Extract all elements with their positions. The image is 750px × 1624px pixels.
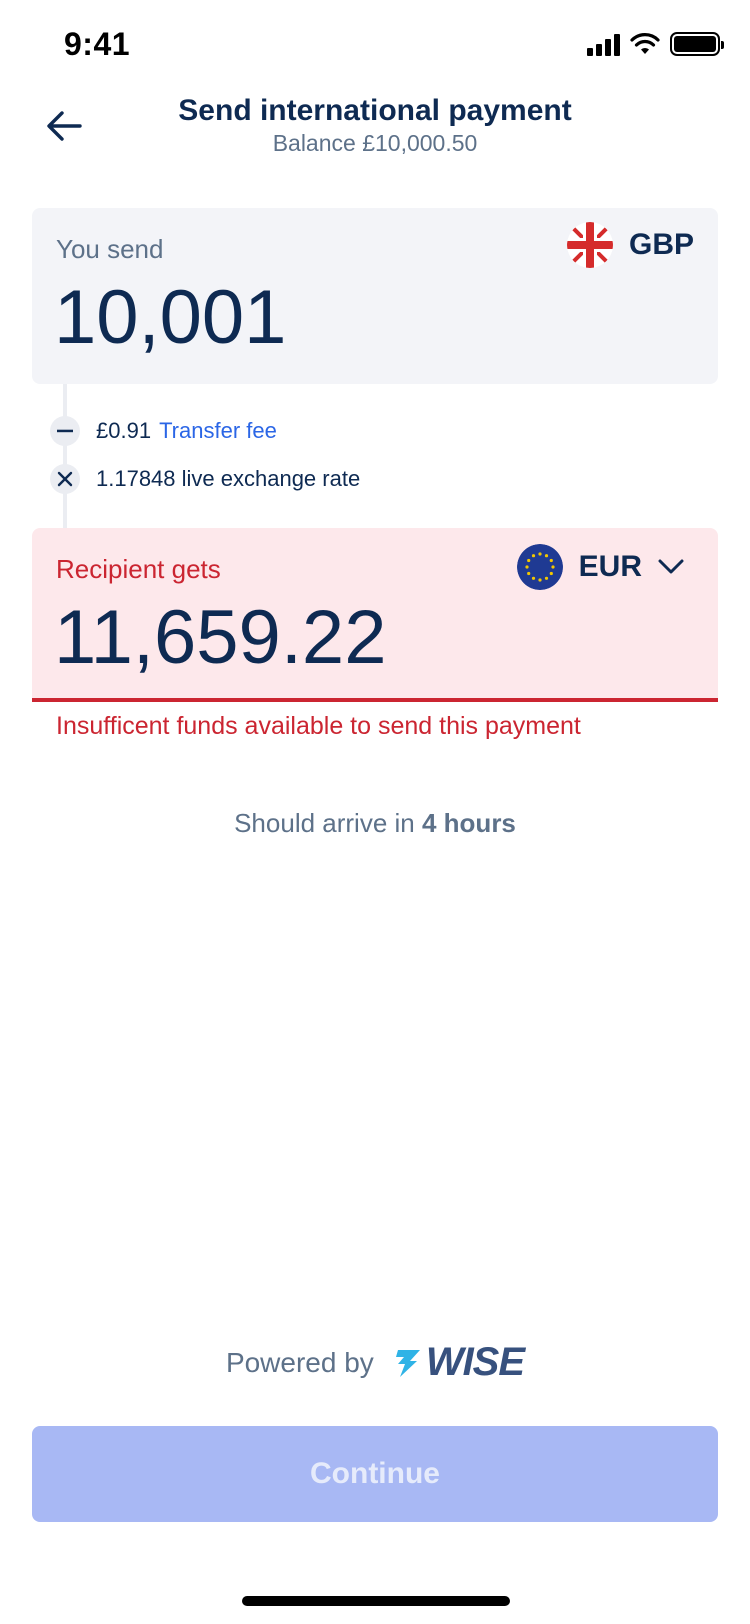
header: Send international payment Balance £10,0… bbox=[0, 90, 750, 170]
home-indicator[interactable] bbox=[242, 1596, 510, 1606]
cellular-signal-icon bbox=[587, 32, 620, 56]
send-currency: GBP bbox=[566, 222, 694, 268]
send-label: You send bbox=[56, 234, 164, 264]
transfer-fee-row: £0.91 Transfer fee bbox=[50, 416, 277, 446]
status-icons bbox=[587, 32, 724, 56]
fee-amount: £0.91 bbox=[96, 418, 152, 443]
recipient-label: Recipient gets bbox=[56, 554, 221, 584]
battery-icon bbox=[670, 32, 724, 56]
exchange-rate-text: 1.17848 live exchange rate bbox=[96, 466, 361, 491]
page-title: Send international payment bbox=[178, 94, 572, 127]
recipient-currency-code: EUR bbox=[578, 550, 642, 583]
status-time: 9:41 bbox=[64, 26, 131, 62]
wise-logo: WISE bbox=[392, 1340, 525, 1385]
powered-by: Powered by WISE bbox=[0, 1340, 750, 1385]
status-bar: 9:41 bbox=[0, 0, 750, 92]
send-amount-card[interactable]: You send 10,001 GBP bbox=[32, 208, 718, 384]
recipient-amount-card[interactable]: Recipient gets 11,659.22 EUR bbox=[32, 528, 718, 702]
times-icon bbox=[50, 464, 80, 494]
continue-button[interactable]: Continue bbox=[32, 1426, 718, 1522]
powered-by-text: Powered by bbox=[225, 1346, 374, 1378]
insufficient-funds-error: Insufficent funds available to send this… bbox=[56, 712, 581, 740]
wise-flag-icon bbox=[395, 1349, 420, 1377]
arrival-time: 4 hours bbox=[421, 808, 516, 838]
send-currency-code: GBP bbox=[628, 228, 694, 261]
send-amount-input[interactable]: 10,001 bbox=[54, 280, 286, 356]
recipient-currency-selector[interactable]: EUR bbox=[516, 544, 684, 590]
minus-icon bbox=[50, 416, 80, 446]
wise-wordmark: WISE bbox=[425, 1340, 525, 1384]
breakdown-rail bbox=[63, 384, 67, 528]
eu-flag-icon bbox=[516, 544, 563, 590]
wifi-icon bbox=[630, 33, 660, 54]
transfer-fee-link[interactable]: Transfer fee bbox=[159, 418, 277, 443]
arrival-estimate: Should arrive in 4 hours bbox=[0, 808, 750, 839]
uk-flag-icon bbox=[566, 222, 613, 268]
chevron-down-icon bbox=[658, 559, 684, 574]
recipient-amount-input[interactable]: 11,659.22 bbox=[54, 600, 386, 676]
exchange-rate-row: 1.17848 live exchange rate bbox=[50, 464, 360, 494]
balance-text: Balance £10,000.50 bbox=[272, 130, 478, 156]
arrival-prefix: Should arrive in bbox=[234, 808, 422, 838]
